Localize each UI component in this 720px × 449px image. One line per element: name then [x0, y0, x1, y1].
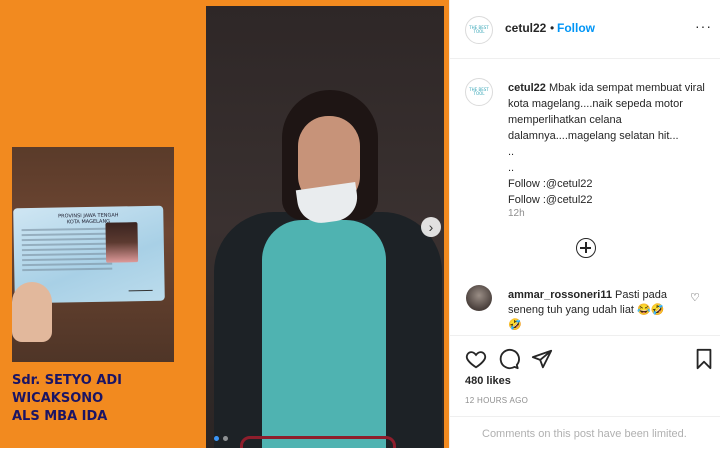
comment-emoji: 🤣	[508, 319, 522, 331]
instagram-post: PROVINSI JAWA TENGAH KOTA MAGELANG Sdr. …	[0, 0, 720, 448]
comment-like-icon[interactable]: ♡	[690, 291, 700, 304]
like-heart-icon[interactable]	[465, 348, 487, 370]
comment-bubble-icon[interactable]	[498, 348, 520, 370]
carousel-dot-active	[214, 436, 219, 441]
caption-line-1: Sdr. SETYO ADI WICAKSONO	[12, 373, 123, 406]
caption-line-2: ALS MBA IDA	[12, 409, 108, 424]
avatar-text: THE BEST TOOL	[469, 25, 489, 34]
comment: ammar_rossoneri11 Pasti pada seneng tuh …	[508, 288, 688, 333]
shirt	[262, 220, 386, 448]
caption-follow-2[interactable]: Follow :@cetul22	[508, 192, 708, 208]
caption-username[interactable]: cetul22	[508, 82, 546, 94]
comments-disabled-text: Comments on this post have been limited.	[482, 428, 687, 440]
caption-avatar-text: THE BEST TOOL	[469, 87, 489, 96]
follow-button[interactable]: Follow	[557, 21, 595, 35]
post-sidebar: THE BEST TOOL cetul22 • Follow ··· THE B…	[449, 0, 720, 448]
likes-count[interactable]: 480 likes	[465, 375, 511, 387]
person-photo	[206, 6, 444, 448]
carousel-dots	[214, 436, 228, 441]
caption-time: 12h	[508, 208, 525, 219]
carousel-dot	[223, 436, 228, 441]
bookmark-icon[interactable]	[693, 348, 715, 370]
bag-strap	[240, 436, 396, 448]
next-image-button[interactable]: ›	[421, 217, 441, 237]
post-caption: cetul22 Mbak ida sempat membuat viral ko…	[508, 80, 708, 208]
caption-line-dots-2: ..	[508, 162, 515, 174]
comments-disabled-bar: Comments on this post have been limited.	[450, 416, 720, 449]
commenter-username[interactable]: ammar_rossoneri11	[508, 289, 612, 301]
author-avatar[interactable]: THE BEST TOOL	[465, 16, 493, 44]
id-card-photo: PROVINSI JAWA TENGAH KOTA MAGELANG	[12, 147, 174, 362]
thumb	[12, 282, 52, 342]
commenter-avatar[interactable]	[466, 285, 492, 311]
separator-dot: •	[550, 21, 555, 35]
more-options-icon[interactable]: ···	[695, 18, 712, 34]
post-media[interactable]: PROVINSI JAWA TENGAH KOTA MAGELANG Sdr. …	[0, 0, 449, 448]
caption-line-dots-1: ..	[508, 146, 515, 158]
share-send-icon[interactable]	[531, 348, 553, 370]
post-header: THE BEST TOOL cetul22 • Follow ···	[450, 0, 720, 59]
caption-author-avatar[interactable]: THE BEST TOOL	[465, 78, 493, 106]
media-caption: Sdr. SETYO ADI WICAKSONO ALS MBA IDA	[12, 372, 202, 426]
id-card-face	[105, 222, 139, 263]
id-card-signature	[128, 279, 153, 292]
load-more-comments-icon[interactable]	[576, 238, 596, 258]
post-timestamp: 12 HOURS AGO	[465, 396, 529, 405]
id-card-lines	[21, 225, 113, 275]
author-username[interactable]: cetul22	[505, 21, 546, 35]
caption-follow-1[interactable]: Follow :@cetul22	[508, 176, 708, 192]
